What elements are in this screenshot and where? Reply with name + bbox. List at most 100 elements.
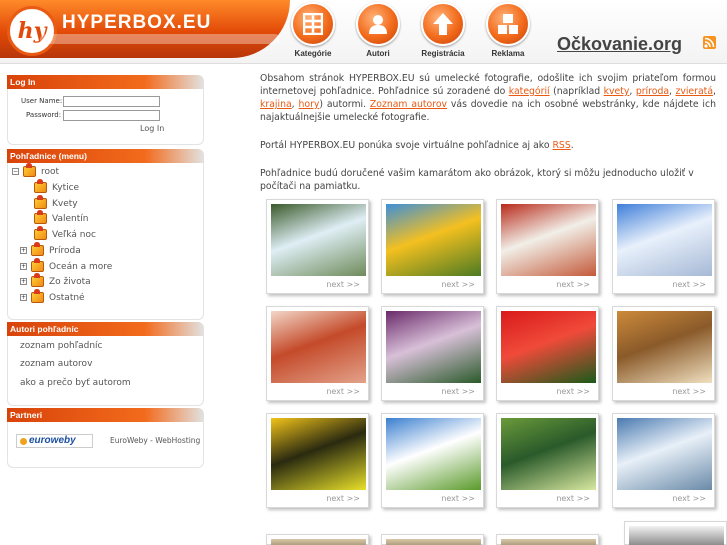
- photo-partial[interactable]: [629, 526, 724, 545]
- delivery-paragraph: Pohľadnice budú doručené vašim kamarátom…: [260, 168, 694, 192]
- logo-banner[interactable]: hy HYPERBOX.EU: [0, 0, 290, 58]
- collapse-icon[interactable]: −: [12, 168, 19, 175]
- photo-sunflowers[interactable]: [386, 204, 481, 276]
- next-link[interactable]: next >>: [672, 280, 706, 289]
- next-link[interactable]: next >>: [556, 494, 590, 503]
- username-input[interactable]: [63, 96, 160, 107]
- expand-icon[interactable]: +: [20, 263, 27, 270]
- thumbnail-card[interactable]: next >>: [496, 199, 599, 294]
- nav-reklama[interactable]: Reklama: [477, 2, 539, 58]
- intro-text: (napríklad: [549, 86, 604, 97]
- link-kvety[interactable]: kvety: [604, 86, 630, 97]
- menu-item-ocean[interactable]: + Oceán a more: [20, 258, 112, 272]
- expand-icon[interactable]: +: [20, 247, 27, 254]
- photo-river-rapids[interactable]: [271, 204, 366, 276]
- thumbnail-card[interactable]: next >>: [266, 413, 369, 508]
- menu-item-velka-noc[interactable]: Veľká noc: [34, 226, 96, 240]
- menu-item-label: Príroda: [49, 245, 81, 256]
- intro-text: ) autormi.: [319, 99, 370, 110]
- link-zvierata[interactable]: zvieratá: [675, 86, 713, 97]
- link-priroda[interactable]: príroda: [636, 86, 669, 97]
- thumbnail-card[interactable]: next >>: [612, 306, 715, 401]
- link-zoznam-autorov-main[interactable]: Zoznam autorov: [370, 99, 447, 110]
- link-hory[interactable]: hory: [298, 99, 319, 110]
- menu-item-zo-zivota[interactable]: + Zo života: [20, 273, 91, 287]
- photo-bee-on-yellow[interactable]: [271, 418, 366, 490]
- expand-icon[interactable]: +: [20, 294, 27, 301]
- photo-hands-sand[interactable]: [271, 311, 366, 383]
- menu-item-ostatne[interactable]: + Ostatné: [20, 289, 85, 303]
- partner-link[interactable]: EuroWeby - WebHosting: [110, 436, 200, 445]
- nav-label: Registrácia: [421, 49, 465, 58]
- tree-root[interactable]: − root: [12, 163, 59, 177]
- rss-text: Portál HYPERBOX.EU ponúka svoje virtuáln…: [260, 140, 553, 151]
- next-link[interactable]: next >>: [556, 280, 590, 289]
- photo-red-hibiscus[interactable]: [501, 311, 596, 383]
- thumbnail-card-partial[interactable]: [624, 521, 727, 545]
- photo-tree-field-sky[interactable]: [386, 418, 481, 490]
- link-ako-byt-autorom[interactable]: ako a prečo byť autorom: [20, 378, 131, 388]
- menu-item-priroda[interactable]: + Príroda: [20, 242, 81, 256]
- thumbnail-card-partial[interactable]: [496, 534, 599, 545]
- folder-icon: [34, 179, 47, 193]
- nav-kategorie[interactable]: Kategórie: [282, 2, 344, 58]
- photo-red-roofs-town[interactable]: [501, 204, 596, 276]
- menu-item-label: Ostatné: [49, 292, 85, 303]
- login-title: Log In: [7, 75, 204, 89]
- photo-partial[interactable]: [501, 539, 596, 545]
- arrow-up-icon: [421, 2, 465, 46]
- photo-partial[interactable]: [271, 539, 366, 545]
- password-input[interactable]: [63, 110, 160, 121]
- folder-icon: [34, 226, 47, 240]
- next-link[interactable]: next >>: [672, 387, 706, 396]
- thumbnail-card[interactable]: next >>: [612, 199, 715, 294]
- thumbnail-card[interactable]: next >>: [266, 306, 369, 401]
- link-zoznam-pohladnic[interactable]: zoznam pohľadníc: [20, 341, 102, 351]
- thumbnail-card[interactable]: next >>: [381, 199, 484, 294]
- photo-partial[interactable]: [386, 539, 481, 545]
- next-link[interactable]: next >>: [556, 387, 590, 396]
- link-rss[interactable]: RSS: [552, 140, 570, 151]
- blocks-icon: [486, 2, 530, 46]
- next-link[interactable]: next >>: [326, 387, 360, 396]
- expand-icon[interactable]: +: [20, 278, 27, 285]
- nav-autori[interactable]: Autori: [347, 2, 409, 58]
- thumbnail-card[interactable]: next >>: [612, 413, 715, 508]
- thumbnail-card[interactable]: next >>: [496, 413, 599, 508]
- next-link[interactable]: next >>: [672, 494, 706, 503]
- link-kategorii[interactable]: kategórií: [509, 86, 550, 97]
- rss-icon[interactable]: [703, 36, 716, 49]
- photo-hummingbird[interactable]: [501, 418, 596, 490]
- next-link[interactable]: next >>: [441, 387, 475, 396]
- photo-mountain-lake[interactable]: [617, 418, 712, 490]
- menu-item-label: Veľká noc: [52, 229, 96, 240]
- next-link[interactable]: next >>: [326, 280, 360, 289]
- username-label: User Name:: [21, 97, 63, 105]
- next-link[interactable]: next >>: [326, 494, 360, 503]
- thumbnail-card-partial[interactable]: [266, 534, 369, 545]
- menu-item-kvety[interactable]: Kvety: [34, 195, 78, 209]
- menu-item-valentin[interactable]: Valentín: [34, 210, 88, 224]
- thumbnail-card-partial[interactable]: [381, 534, 484, 545]
- euroweby-logo[interactable]: euroweby: [16, 434, 93, 448]
- site-name: HYPERBOX.EU: [62, 12, 212, 33]
- menu-item-kytice[interactable]: Kytice: [34, 179, 80, 193]
- thumbnail-card[interactable]: next >>: [496, 306, 599, 401]
- link-zoznam-autorov[interactable]: zoznam autorov: [20, 359, 92, 369]
- next-link[interactable]: next >>: [441, 494, 475, 503]
- photo-rope-knot[interactable]: [617, 311, 712, 383]
- partner-site-link[interactable]: Očkovanie.org: [557, 34, 682, 55]
- link-krajina[interactable]: krajina: [260, 99, 292, 110]
- thumbnail-card[interactable]: next >>: [381, 413, 484, 508]
- login-button[interactable]: Log In: [140, 124, 164, 133]
- thumbnail-card[interactable]: next >>: [381, 306, 484, 401]
- photo-purple-flower-drop[interactable]: [386, 311, 481, 383]
- menu-item-label: Kytice: [52, 182, 80, 193]
- nav-registracia[interactable]: Registrácia: [412, 2, 474, 58]
- photo-snowy-church[interactable]: [617, 204, 712, 276]
- thumbnail-card[interactable]: next >>: [266, 199, 369, 294]
- nav-label: Kategórie: [294, 49, 332, 58]
- next-link[interactable]: next >>: [441, 280, 475, 289]
- folder-icon: [31, 273, 44, 287]
- intro-paragraph: Obsahom stránok HYPERBOX.EU sú umelecké …: [260, 72, 716, 124]
